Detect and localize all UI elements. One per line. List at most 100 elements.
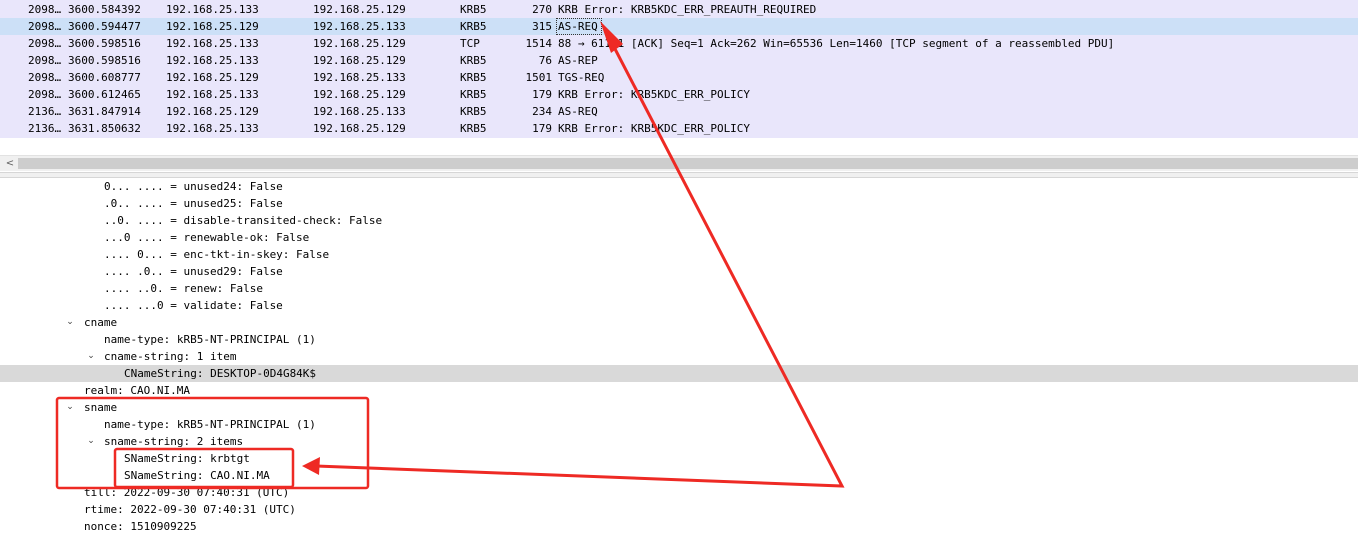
packet-time: 3600.612465 bbox=[68, 88, 141, 101]
chevron-down-icon[interactable]: ⌄ bbox=[65, 314, 75, 331]
packet-protocol: KRB5 bbox=[460, 122, 487, 135]
packet-row[interactable]: 2098… 3600.612465 192.168.25.133 192.168… bbox=[0, 86, 1358, 103]
tree-item[interactable]: nonce: 1510909225 bbox=[0, 518, 1358, 535]
packet-source: 192.168.25.133 bbox=[166, 3, 259, 16]
tree-item-cname[interactable]: ⌄ cname bbox=[0, 314, 1358, 331]
packet-source: 192.168.25.129 bbox=[166, 105, 259, 118]
packet-protocol: KRB5 bbox=[460, 3, 487, 16]
field-text: cname-string: 1 item bbox=[104, 350, 237, 363]
packet-destination: 192.168.25.129 bbox=[313, 54, 406, 67]
packet-no: 2098… bbox=[28, 37, 62, 50]
packet-time: 3600.608777 bbox=[68, 71, 141, 84]
tree-item[interactable]: name-type: kRB5-NT-PRINCIPAL (1) bbox=[0, 331, 1358, 348]
tree-item-sname-string[interactable]: ⌄ sname-string: 2 items bbox=[0, 433, 1358, 450]
field-text: realm: CAO.NI.MA bbox=[84, 384, 190, 397]
chevron-down-icon[interactable]: ⌄ bbox=[65, 399, 75, 416]
field-text: cname bbox=[84, 316, 118, 329]
tree-item[interactable]: .0.. .... = unused25: False bbox=[0, 195, 1358, 212]
packet-destination: 192.168.25.133 bbox=[313, 71, 406, 84]
packet-list[interactable]: 2098… 3600.584392 192.168.25.133 192.168… bbox=[0, 0, 1358, 138]
tree-item[interactable]: rtime: 2022-09-30 07:40:31 (UTC) bbox=[0, 501, 1358, 518]
field-text: 0... .... = unused24: False bbox=[104, 180, 283, 193]
packet-source: 192.168.25.133 bbox=[166, 122, 259, 135]
packet-info: 88 → 61141 [ACK] Seq=1 Ack=262 Win=65536… bbox=[558, 37, 1115, 50]
packet-protocol: KRB5 bbox=[460, 54, 487, 67]
tree-item[interactable]: 0... .... = unused24: False bbox=[0, 178, 1358, 195]
packet-length: 234 bbox=[532, 105, 552, 118]
packet-no: 2098… bbox=[28, 88, 62, 101]
tree-item[interactable]: realm: CAO.NI.MA bbox=[0, 382, 1358, 399]
focus-outline bbox=[556, 18, 602, 35]
packet-row[interactable]: 2098… 3600.598516 192.168.25.133 192.168… bbox=[0, 52, 1358, 69]
tree-item-cname-string[interactable]: ⌄ cname-string: 1 item bbox=[0, 348, 1358, 365]
packet-protocol: KRB5 bbox=[460, 105, 487, 118]
packet-time: 3600.594477 bbox=[68, 20, 141, 33]
packet-destination: 192.168.25.129 bbox=[313, 3, 406, 16]
packet-row[interactable]: 2098… 3600.598516 192.168.25.133 192.168… bbox=[0, 35, 1358, 52]
packet-info: AS-REP bbox=[558, 54, 598, 67]
field-text: sname-string: 2 items bbox=[104, 435, 244, 448]
tree-item[interactable]: .... 0... = enc-tkt-in-skey: False bbox=[0, 246, 1358, 263]
tree-item[interactable]: till: 2022-09-30 07:40:31 (UTC) bbox=[0, 484, 1358, 501]
packet-no: 2136… bbox=[28, 105, 62, 118]
packet-time: 3600.584392 bbox=[68, 3, 141, 16]
packet-row[interactable]: 2136… 3631.850632 192.168.25.133 192.168… bbox=[0, 120, 1358, 137]
tree-item[interactable]: .... ..0. = renew: False bbox=[0, 280, 1358, 297]
packet-info: AS-REQ bbox=[558, 105, 598, 118]
chevron-down-icon[interactable]: ⌄ bbox=[86, 433, 96, 450]
horizontal-scrollbar[interactable]: < bbox=[0, 155, 1358, 171]
field-text: name-type: kRB5-NT-PRINCIPAL (1) bbox=[104, 418, 316, 431]
packet-info: TGS-REQ bbox=[558, 71, 605, 84]
scrollbar-thumb[interactable] bbox=[18, 158, 1358, 169]
tree-item[interactable]: SNameString: krbtgt bbox=[0, 450, 1358, 467]
packet-length: 1501 bbox=[525, 71, 553, 84]
packet-destination: 192.168.25.129 bbox=[313, 37, 406, 50]
packet-info: KRB Error: KRB5KDC_ERR_PREAUTH_REQUIRED bbox=[558, 3, 817, 16]
chevron-down-icon[interactable]: ⌄ bbox=[86, 348, 96, 365]
packet-source: 192.168.25.133 bbox=[166, 37, 259, 50]
field-text: till: 2022-09-30 07:40:31 (UTC) bbox=[84, 486, 290, 499]
packet-source: 192.168.25.129 bbox=[166, 20, 259, 33]
field-text: SNameString: krbtgt bbox=[124, 452, 250, 465]
packet-destination: 192.168.25.133 bbox=[313, 105, 406, 118]
packet-row[interactable]: 2136… 3631.847914 192.168.25.129 192.168… bbox=[0, 103, 1358, 120]
packet-time: 3631.850632 bbox=[68, 122, 141, 135]
chevron-left-icon[interactable]: < bbox=[4, 156, 16, 171]
field-text: SNameString: CAO.NI.MA bbox=[124, 469, 270, 482]
packet-no: 2136… bbox=[28, 122, 62, 135]
tree-item[interactable]: name-type: kRB5-NT-PRINCIPAL (1) bbox=[0, 416, 1358, 433]
tree-item-highlighted[interactable]: CNameString: DESKTOP-0D4G84K$ bbox=[0, 365, 1358, 382]
tree-item[interactable]: SNameString: CAO.NI.MA bbox=[0, 467, 1358, 484]
packet-details-tree[interactable]: 0... .... = unused24: False .0.. .... = … bbox=[0, 178, 1358, 536]
tree-item-sname[interactable]: ⌄ sname bbox=[0, 399, 1358, 416]
tree-item[interactable]: .... ...0 = validate: False bbox=[0, 297, 1358, 314]
packet-length: 76 bbox=[538, 54, 552, 67]
packet-protocol: TCP bbox=[460, 37, 480, 50]
field-text: ...0 .... = renewable-ok: False bbox=[104, 231, 310, 244]
packet-row[interactable]: 2098… 3600.608777 192.168.25.129 192.168… bbox=[0, 69, 1358, 86]
packet-length: 1514 bbox=[525, 37, 553, 50]
field-text: .... ...0 = validate: False bbox=[104, 299, 283, 312]
packet-source: 192.168.25.129 bbox=[166, 71, 259, 84]
packet-source: 192.168.25.133 bbox=[166, 54, 259, 67]
tree-item[interactable]: .... .0.. = unused29: False bbox=[0, 263, 1358, 280]
field-text: rtime: 2022-09-30 07:40:31 (UTC) bbox=[84, 503, 296, 516]
packet-time: 3600.598516 bbox=[68, 37, 141, 50]
packet-row-selected[interactable]: 2098… 3600.594477 192.168.25.129 192.168… bbox=[0, 18, 1358, 35]
packet-info: KRB Error: KRB5KDC_ERR_POLICY bbox=[558, 122, 751, 135]
packet-length: 270 bbox=[532, 3, 552, 16]
field-text: nonce: 1510909225 bbox=[84, 520, 197, 533]
tree-item[interactable]: ...0 .... = renewable-ok: False bbox=[0, 229, 1358, 246]
packet-length: 315 bbox=[532, 20, 552, 33]
field-text: .... 0... = enc-tkt-in-skey: False bbox=[104, 248, 330, 261]
field-text: .... .0.. = unused29: False bbox=[104, 265, 283, 278]
packet-no: 2098… bbox=[28, 20, 62, 33]
packet-destination: 192.168.25.129 bbox=[313, 88, 406, 101]
tree-item[interactable]: ..0. .... = disable-transited-check: Fal… bbox=[0, 212, 1358, 229]
packet-no: 2098… bbox=[28, 3, 62, 16]
packet-destination: 192.168.25.129 bbox=[313, 122, 406, 135]
field-text: name-type: kRB5-NT-PRINCIPAL (1) bbox=[104, 333, 316, 346]
packet-row[interactable]: 2098… 3600.584392 192.168.25.133 192.168… bbox=[0, 1, 1358, 18]
packet-source: 192.168.25.133 bbox=[166, 88, 259, 101]
packet-info: KRB Error: KRB5KDC_ERR_POLICY bbox=[558, 88, 751, 101]
